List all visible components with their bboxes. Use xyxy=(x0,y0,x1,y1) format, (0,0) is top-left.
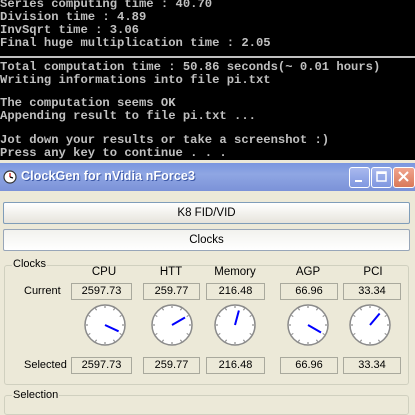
current-htt-value: 259.77 xyxy=(143,283,200,300)
selection-group-label: Selection xyxy=(12,389,60,401)
agp-dial xyxy=(287,304,329,346)
k8-fid-vid-button[interactable]: K8 FID/VID xyxy=(3,202,410,224)
current-cpu-value: 2597.73 xyxy=(71,283,132,300)
memory-dial xyxy=(214,304,256,346)
column-header-memory: Memory xyxy=(214,266,256,278)
selected-pci-value: 33.34 xyxy=(343,357,401,374)
selection-groupbox xyxy=(4,395,409,415)
console-line: Writing informations into file pi.txt xyxy=(0,73,271,87)
minimize-button[interactable] xyxy=(349,167,370,188)
current-agp-value: 66.96 xyxy=(280,283,338,300)
current-label: Current xyxy=(24,285,61,297)
console-line: Press any key to continue . . . xyxy=(0,146,227,160)
close-icon xyxy=(398,171,409,182)
cpu-dial xyxy=(84,304,126,346)
clocks-button[interactable]: Clocks xyxy=(3,229,410,251)
column-header-cpu: CPU xyxy=(91,266,117,278)
current-memory-value: 216.48 xyxy=(206,283,265,300)
clockgen-app-icon xyxy=(3,170,17,184)
selected-cpu-value: 2597.73 xyxy=(71,357,132,374)
htt-dial xyxy=(151,304,193,346)
maximize-icon xyxy=(376,171,387,182)
current-pci-value: 33.34 xyxy=(343,283,401,300)
selected-agp-value: 66.96 xyxy=(280,357,338,374)
selected-htt-value: 259.77 xyxy=(143,357,200,374)
clocks-group-label: Clocks xyxy=(12,258,48,270)
title-bar[interactable]: ClockGen for nVidia nForce3 xyxy=(0,163,415,191)
column-header-htt: HTT xyxy=(159,266,183,278)
console-separator xyxy=(0,56,415,58)
console-line: Final huge multiplication time : 2.05 xyxy=(0,36,271,50)
column-header-pci: PCI xyxy=(363,266,383,278)
selected-memory-value: 216.48 xyxy=(206,357,265,374)
clockgen-window: ClockGen for nVidia nForce3 K8 FID/VID C… xyxy=(0,163,415,415)
selected-label: Selected xyxy=(24,359,67,371)
minimize-icon xyxy=(355,180,362,182)
column-header-agp: AGP xyxy=(295,266,321,278)
pci-dial xyxy=(349,304,391,346)
window-title: ClockGen for nVidia nForce3 xyxy=(21,169,196,183)
console-output: Series computing time : 40.70 Division t… xyxy=(0,0,415,160)
maximize-button[interactable] xyxy=(371,167,392,188)
close-button[interactable] xyxy=(393,167,415,188)
console-line: Appending result to file pi.txt ... xyxy=(0,109,256,123)
